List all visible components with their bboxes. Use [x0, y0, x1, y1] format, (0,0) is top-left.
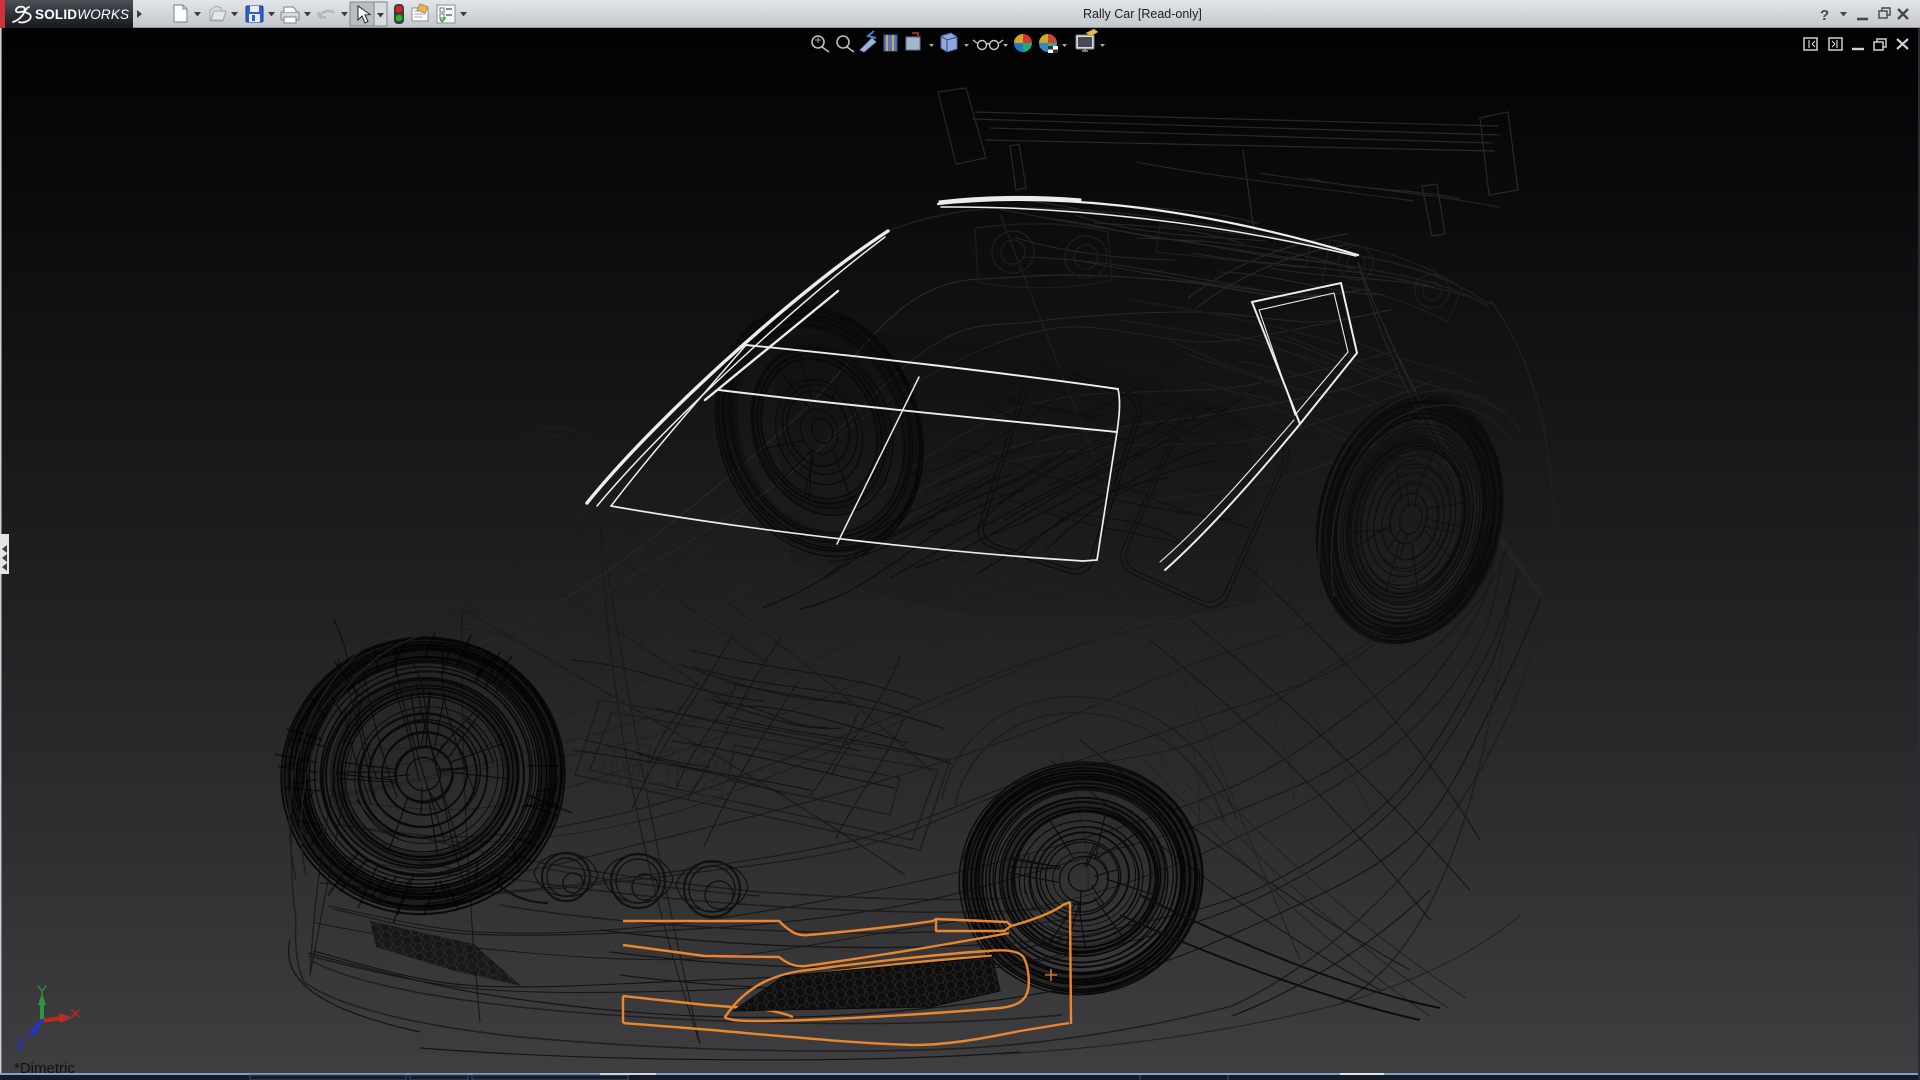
- svg-text:Rally Car [Read-only]: Rally Car [Read-only]: [1083, 7, 1202, 21]
- svg-text:?: ?: [1820, 7, 1829, 24]
- svg-text:SOLIDWORKS: SOLIDWORKS: [35, 7, 129, 22]
